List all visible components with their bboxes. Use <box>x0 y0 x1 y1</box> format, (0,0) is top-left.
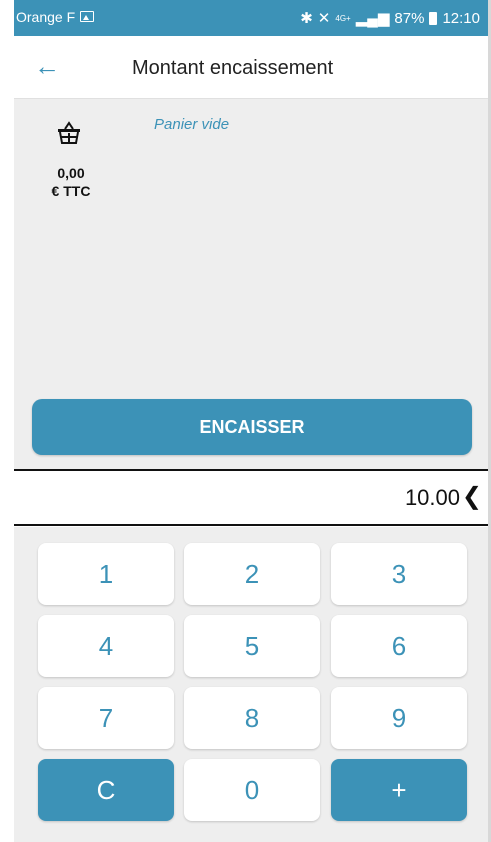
battery-icon <box>429 11 438 25</box>
backspace-icon[interactable]: ❮ <box>462 482 482 511</box>
key-5[interactable]: 5 <box>184 615 320 677</box>
back-arrow-icon[interactable]: ← <box>34 53 60 80</box>
key-7[interactable]: 7 <box>38 687 174 749</box>
network-type: 4G+ <box>335 13 351 23</box>
status-bar: Orange F ✱ ✕ 4G+ ▂▄▆ 87% 12:10 <box>14 0 488 36</box>
amount-value: 10.00 <box>404 485 460 510</box>
carrier-label: Orange F <box>16 9 76 25</box>
cart-total-amount: 0,00 <box>57 165 85 181</box>
key-0[interactable]: 0 <box>184 759 320 821</box>
key-9[interactable]: 9 <box>331 687 467 749</box>
page-title: Montant encaissement <box>132 57 334 79</box>
cart-total-unit: € TTC <box>51 183 91 199</box>
battery-percent: 87% <box>394 9 425 27</box>
empty-cart-label: Panier vide <box>154 116 230 133</box>
key-6[interactable]: 6 <box>331 615 467 677</box>
numeric-keypad: 1 2 3 4 5 6 7 8 9 C 0 + <box>14 527 488 842</box>
key-4[interactable]: 4 <box>38 615 174 677</box>
bluetooth-icon: ✱ <box>300 10 313 27</box>
basket-icon[interactable] <box>56 121 82 147</box>
key-3[interactable]: 3 <box>331 543 467 605</box>
cart-area: 0,00 € TTC Panier vide ENCAISSER <box>14 99 488 469</box>
status-icons: ✱ ✕ 4G+ ▂▄▆ 87% 12:10 <box>300 9 480 28</box>
amount-display: 10.00 ❮ <box>14 472 488 525</box>
plus-button[interactable]: + <box>331 759 467 821</box>
divider <box>14 469 488 471</box>
app-bar: ← Montant encaissement <box>14 36 488 99</box>
cart-total: 0,00 € TTC <box>46 164 96 200</box>
divider <box>14 524 488 526</box>
key-1[interactable]: 1 <box>38 543 174 605</box>
key-2[interactable]: 2 <box>184 543 320 605</box>
image-notification-icon <box>80 11 94 22</box>
clear-button[interactable]: C <box>38 759 174 821</box>
mute-icon: ✕ <box>317 10 331 27</box>
key-8[interactable]: 8 <box>184 687 320 749</box>
signal-icon: ▂▄▆ <box>355 10 390 27</box>
clock: 12:10 <box>442 9 480 27</box>
left-edge <box>0 0 14 842</box>
encaisser-button[interactable]: ENCAISSER <box>32 399 472 455</box>
